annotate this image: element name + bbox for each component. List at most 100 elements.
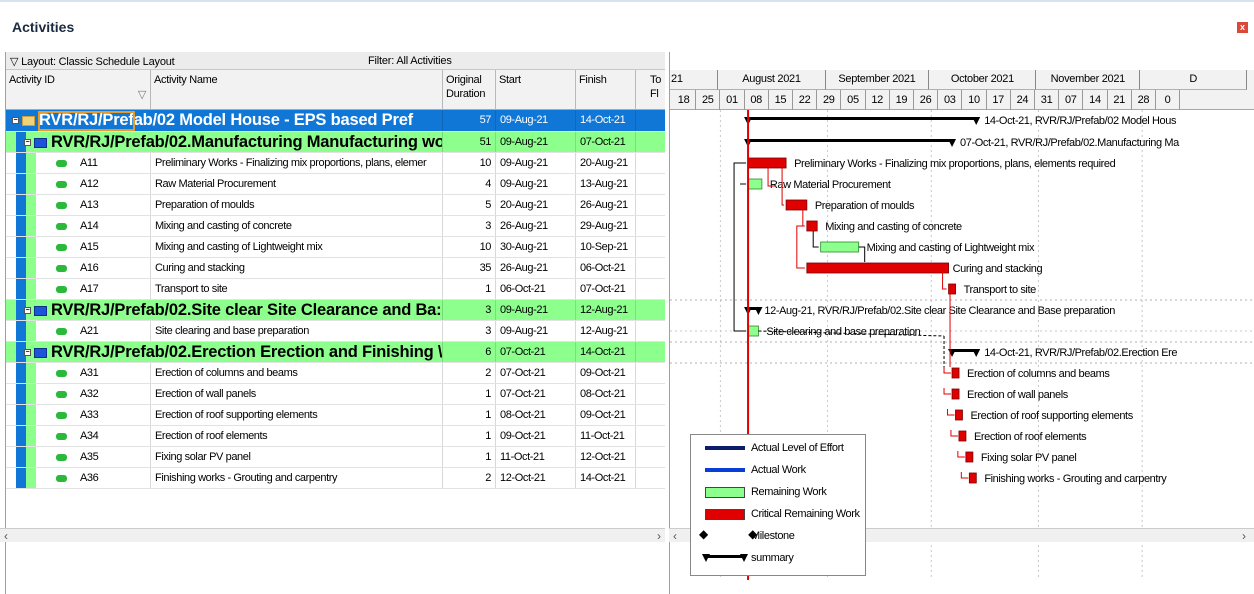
finish-cell[interactable]: 07-Oct-21 <box>576 132 636 152</box>
activity-bar-label[interactable]: Preparation of moulds <box>815 200 916 212</box>
critical-work-bar[interactable] <box>747 157 787 169</box>
table-row[interactable]: A12 Raw Material Procurement 4 09-Aug-21 13-… <box>6 174 665 195</box>
activity-name-cell[interactable]: Transport to site <box>151 279 443 299</box>
duration-cell[interactable]: 35 <box>443 258 496 278</box>
table-row[interactable]: A15 Mixing and casting of Lightweight mix… <box>6 237 665 258</box>
duration-cell[interactable]: 1 <box>443 279 496 299</box>
finish-cell[interactable]: 06-Oct-21 <box>576 258 636 278</box>
total-float-cell[interactable] <box>636 110 665 131</box>
activity-name-cell[interactable]: Erection of columns and beams <box>151 363 443 383</box>
total-float-cell[interactable] <box>636 132 665 152</box>
finish-cell[interactable]: 09-Oct-21 <box>576 405 636 425</box>
start-cell[interactable]: 09-Aug-21 <box>496 110 576 131</box>
table-row[interactable]: A13 Preparation of moulds 5 20-Aug-21 26-Aug… <box>6 195 665 216</box>
wbs-name-cell[interactable]: − RVR/RJ/Prefab/02.Erection Erection and … <box>20 342 443 362</box>
duration-cell[interactable]: 5 <box>443 195 496 215</box>
scroll-left-icon[interactable]: ‹ <box>4 529 8 543</box>
activity-name-cell[interactable]: Curing and stacking <box>151 258 443 278</box>
activity-bar-label[interactable]: Erection of wall panels <box>967 389 1069 401</box>
summary-bar[interactable] <box>748 139 953 142</box>
table-row[interactable]: A33 Erection of roof supporting elements 1… <box>6 405 665 426</box>
duration-cell[interactable]: 57 <box>443 110 496 131</box>
remaining-work-bar[interactable] <box>747 325 759 337</box>
activity-bar-label[interactable]: Mixing and casting of concrete <box>825 221 962 233</box>
activity-id-cell[interactable]: A13 <box>76 195 151 215</box>
total-float-cell[interactable] <box>636 363 665 383</box>
critical-work-bar[interactable] <box>968 472 977 484</box>
duration-cell[interactable]: 2 <box>443 363 496 383</box>
activity-id-cell[interactable]: A12 <box>76 174 151 194</box>
start-cell[interactable]: 09-Aug-21 <box>496 300 576 320</box>
duration-cell[interactable]: 3 <box>443 321 496 341</box>
total-float-cell[interactable] <box>636 300 665 320</box>
activity-bar-label[interactable]: Transport to site <box>964 284 1037 296</box>
finish-cell[interactable]: 10-Sep-21 <box>576 237 636 257</box>
total-float-cell[interactable] <box>636 447 665 467</box>
table-row[interactable]: A17 Transport to site 1 06-Oct-21 07-Oct-21 <box>6 279 665 300</box>
critical-work-bar[interactable] <box>948 283 956 295</box>
finish-cell[interactable]: 11-Oct-21 <box>576 426 636 446</box>
collapse-icon[interactable]: − <box>24 307 31 315</box>
total-float-cell[interactable] <box>636 405 665 425</box>
activity-name-cell[interactable]: Erection of roof supporting elements <box>151 405 443 425</box>
wbs-row[interactable]: − RVR/RJ/Prefab/02.Site clear Site Cleara… <box>6 300 665 321</box>
start-cell[interactable]: 26-Aug-21 <box>496 258 576 278</box>
collapse-icon[interactable]: − <box>24 349 31 357</box>
activity-name-cell[interactable]: Finishing works - Grouting and carpentry <box>151 468 443 488</box>
start-cell[interactable]: 09-Aug-21 <box>496 153 576 173</box>
start-cell[interactable]: 07-Oct-21 <box>496 363 576 383</box>
activity-name-cell[interactable]: Erection of roof elements <box>151 426 443 446</box>
activity-id-cell[interactable]: A36 <box>76 468 151 488</box>
activity-bar-label[interactable]: Erection of roof elements <box>974 431 1088 443</box>
col-activity-name[interactable]: Activity Name <box>151 70 443 110</box>
activity-bar-label[interactable]: Erection of columns and beams <box>967 368 1111 380</box>
critical-work-bar[interactable] <box>958 430 967 442</box>
activity-id-cell[interactable]: A14 <box>76 216 151 236</box>
finish-cell[interactable]: 13-Aug-21 <box>576 174 636 194</box>
scroll-right-icon[interactable]: › <box>657 529 661 543</box>
collapse-icon[interactable]: − <box>24 139 31 147</box>
close-icon[interactable]: x <box>1237 22 1248 33</box>
wbs-name-cell[interactable]: − RVR/RJ/Prefab/02.Manufacturing Manufact… <box>20 132 443 152</box>
remaining-work-bar[interactable] <box>820 241 860 253</box>
total-float-cell[interactable] <box>636 426 665 446</box>
activity-name-cell[interactable]: Raw Material Procurement <box>151 174 443 194</box>
activity-bar-label[interactable]: Mixing and casting of Lightweight mix <box>867 242 1036 254</box>
duration-cell[interactable]: 2 <box>443 468 496 488</box>
start-cell[interactable]: 12-Oct-21 <box>496 468 576 488</box>
table-row[interactable]: A36 Finishing works - Grouting and carpen… <box>6 468 665 489</box>
table-row[interactable]: A34 Erection of roof elements 1 09-Oct-21 11… <box>6 426 665 447</box>
start-cell[interactable]: 08-Oct-21 <box>496 405 576 425</box>
activity-bar-label[interactable]: Preliminary Works - Finalizing mix propo… <box>794 158 1116 170</box>
grid-horizontal-scrollbar[interactable]: ‹ › <box>0 528 665 543</box>
finish-cell[interactable]: 08-Oct-21 <box>576 384 636 404</box>
finish-cell[interactable]: 12-Aug-21 <box>576 300 636 320</box>
total-float-cell[interactable] <box>636 153 665 173</box>
activity-id-cell[interactable]: A15 <box>76 237 151 257</box>
start-cell[interactable]: 06-Oct-21 <box>496 279 576 299</box>
activity-name-cell[interactable]: Site clearing and base preparation <box>151 321 443 341</box>
finish-cell[interactable]: 09-Oct-21 <box>576 363 636 383</box>
activity-id-cell[interactable]: A34 <box>76 426 151 446</box>
activity-id-cell[interactable]: A11 <box>76 153 151 173</box>
start-cell[interactable]: 09-Oct-21 <box>496 426 576 446</box>
activity-name-cell[interactable]: Mixing and casting of concrete <box>151 216 443 236</box>
total-float-cell[interactable] <box>636 174 665 194</box>
critical-work-bar[interactable] <box>955 409 963 421</box>
total-float-cell[interactable] <box>636 258 665 278</box>
total-float-cell[interactable] <box>636 216 665 236</box>
activity-bar-label[interactable]: Finishing works - Grouting and carpentry <box>984 473 1167 485</box>
total-float-cell[interactable] <box>636 195 665 215</box>
filter-label[interactable]: Filter: All Activities <box>368 55 452 67</box>
wbs-row[interactable]: − RVR/RJ/Prefab/02.Manufacturing Manufact… <box>6 132 665 153</box>
table-row[interactable]: A35 Fixing solar PV panel 1 11-Oct-21 12-Oct… <box>6 447 665 468</box>
summary-bar[interactable] <box>748 117 977 120</box>
table-row[interactable]: A21 Site clearing and base preparation 3 09… <box>6 321 665 342</box>
finish-cell[interactable]: 14-Oct-21 <box>576 342 636 362</box>
finish-cell[interactable]: 26-Aug-21 <box>576 195 636 215</box>
activity-name-cell[interactable]: Mixing and casting of Lightweight mix <box>151 237 443 257</box>
start-cell[interactable]: 07-Oct-21 <box>496 384 576 404</box>
table-row[interactable]: A32 Erection of wall panels 1 07-Oct-21 08-O… <box>6 384 665 405</box>
activity-id-cell[interactable]: A17 <box>76 279 151 299</box>
activity-id-cell[interactable]: A16 <box>76 258 151 278</box>
